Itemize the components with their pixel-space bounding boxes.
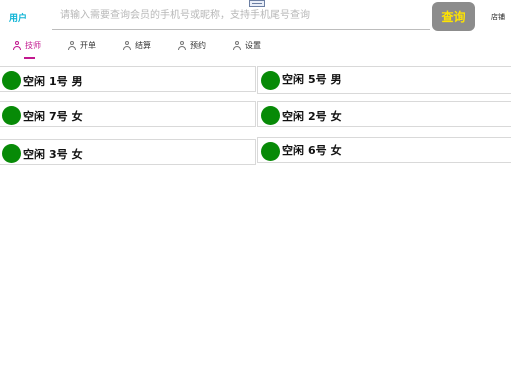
status-dot-icon: [2, 144, 21, 163]
status-text: 空闲: [282, 110, 304, 123]
status-dot-icon: [261, 106, 280, 125]
technician-card[interactable]: 空闲 6号女: [257, 137, 511, 163]
tech-number: 3号: [49, 148, 68, 161]
tech-gender: 女: [330, 144, 342, 157]
technician-card[interactable]: 空闲 3号女: [0, 139, 256, 165]
tab-label: 结算: [135, 41, 151, 50]
tech-number: 2号: [308, 110, 327, 123]
active-tab-indicator: [24, 57, 35, 59]
tab-booking[interactable]: 预约: [178, 40, 206, 58]
search-input[interactable]: [52, 2, 430, 30]
person-icon: [13, 41, 22, 50]
tech-gender: 男: [330, 73, 342, 86]
status-dot-icon: [261, 71, 280, 90]
technician-card[interactable]: 空闲 1号男: [0, 66, 256, 92]
tab-bar: 技师 开单 结算 预约 设置: [0, 36, 511, 60]
tech-number: 7号: [49, 110, 68, 123]
tech-number: 5号: [308, 73, 327, 86]
technician-card[interactable]: 空闲 5号男: [257, 66, 511, 94]
tech-gender: 女: [330, 110, 342, 123]
person-icon: [123, 41, 132, 50]
tech-gender: 女: [71, 110, 83, 123]
query-button[interactable]: 查询: [432, 2, 475, 31]
tech-number: 6号: [308, 144, 327, 157]
technician-card[interactable]: 空闲 2号女: [257, 101, 511, 127]
status-dot-icon: [261, 142, 280, 161]
tab-technician[interactable]: 技师: [13, 40, 41, 58]
status-text: 空闲: [282, 73, 304, 86]
status-text: 空闲: [282, 144, 304, 157]
status-dot-icon: [2, 71, 21, 90]
status-text: 空闲: [23, 110, 45, 123]
top-bar: 用户 查询 店铺: [0, 0, 511, 34]
store-label[interactable]: 店铺: [491, 12, 505, 22]
tech-gender: 女: [71, 148, 83, 161]
tab-checkout[interactable]: 结算: [123, 40, 151, 58]
tab-label: 设置: [245, 41, 261, 50]
tab-settings[interactable]: 设置: [233, 40, 261, 58]
tab-label: 技师: [25, 41, 41, 50]
person-icon: [178, 41, 187, 50]
user-label[interactable]: 用户: [9, 11, 27, 24]
person-icon: [68, 41, 77, 50]
technician-card[interactable]: 空闲 7号女: [0, 101, 256, 127]
person-icon: [233, 41, 242, 50]
tab-label: 预约: [190, 41, 206, 50]
status-dot-icon: [2, 106, 21, 125]
tab-label: 开单: [80, 41, 96, 50]
tech-number: 1号: [49, 75, 68, 88]
status-text: 空闲: [23, 75, 45, 88]
status-text: 空闲: [23, 148, 45, 161]
tab-open-order[interactable]: 开单: [68, 40, 96, 58]
tech-gender: 男: [71, 75, 83, 88]
window-icon: [249, 0, 265, 7]
